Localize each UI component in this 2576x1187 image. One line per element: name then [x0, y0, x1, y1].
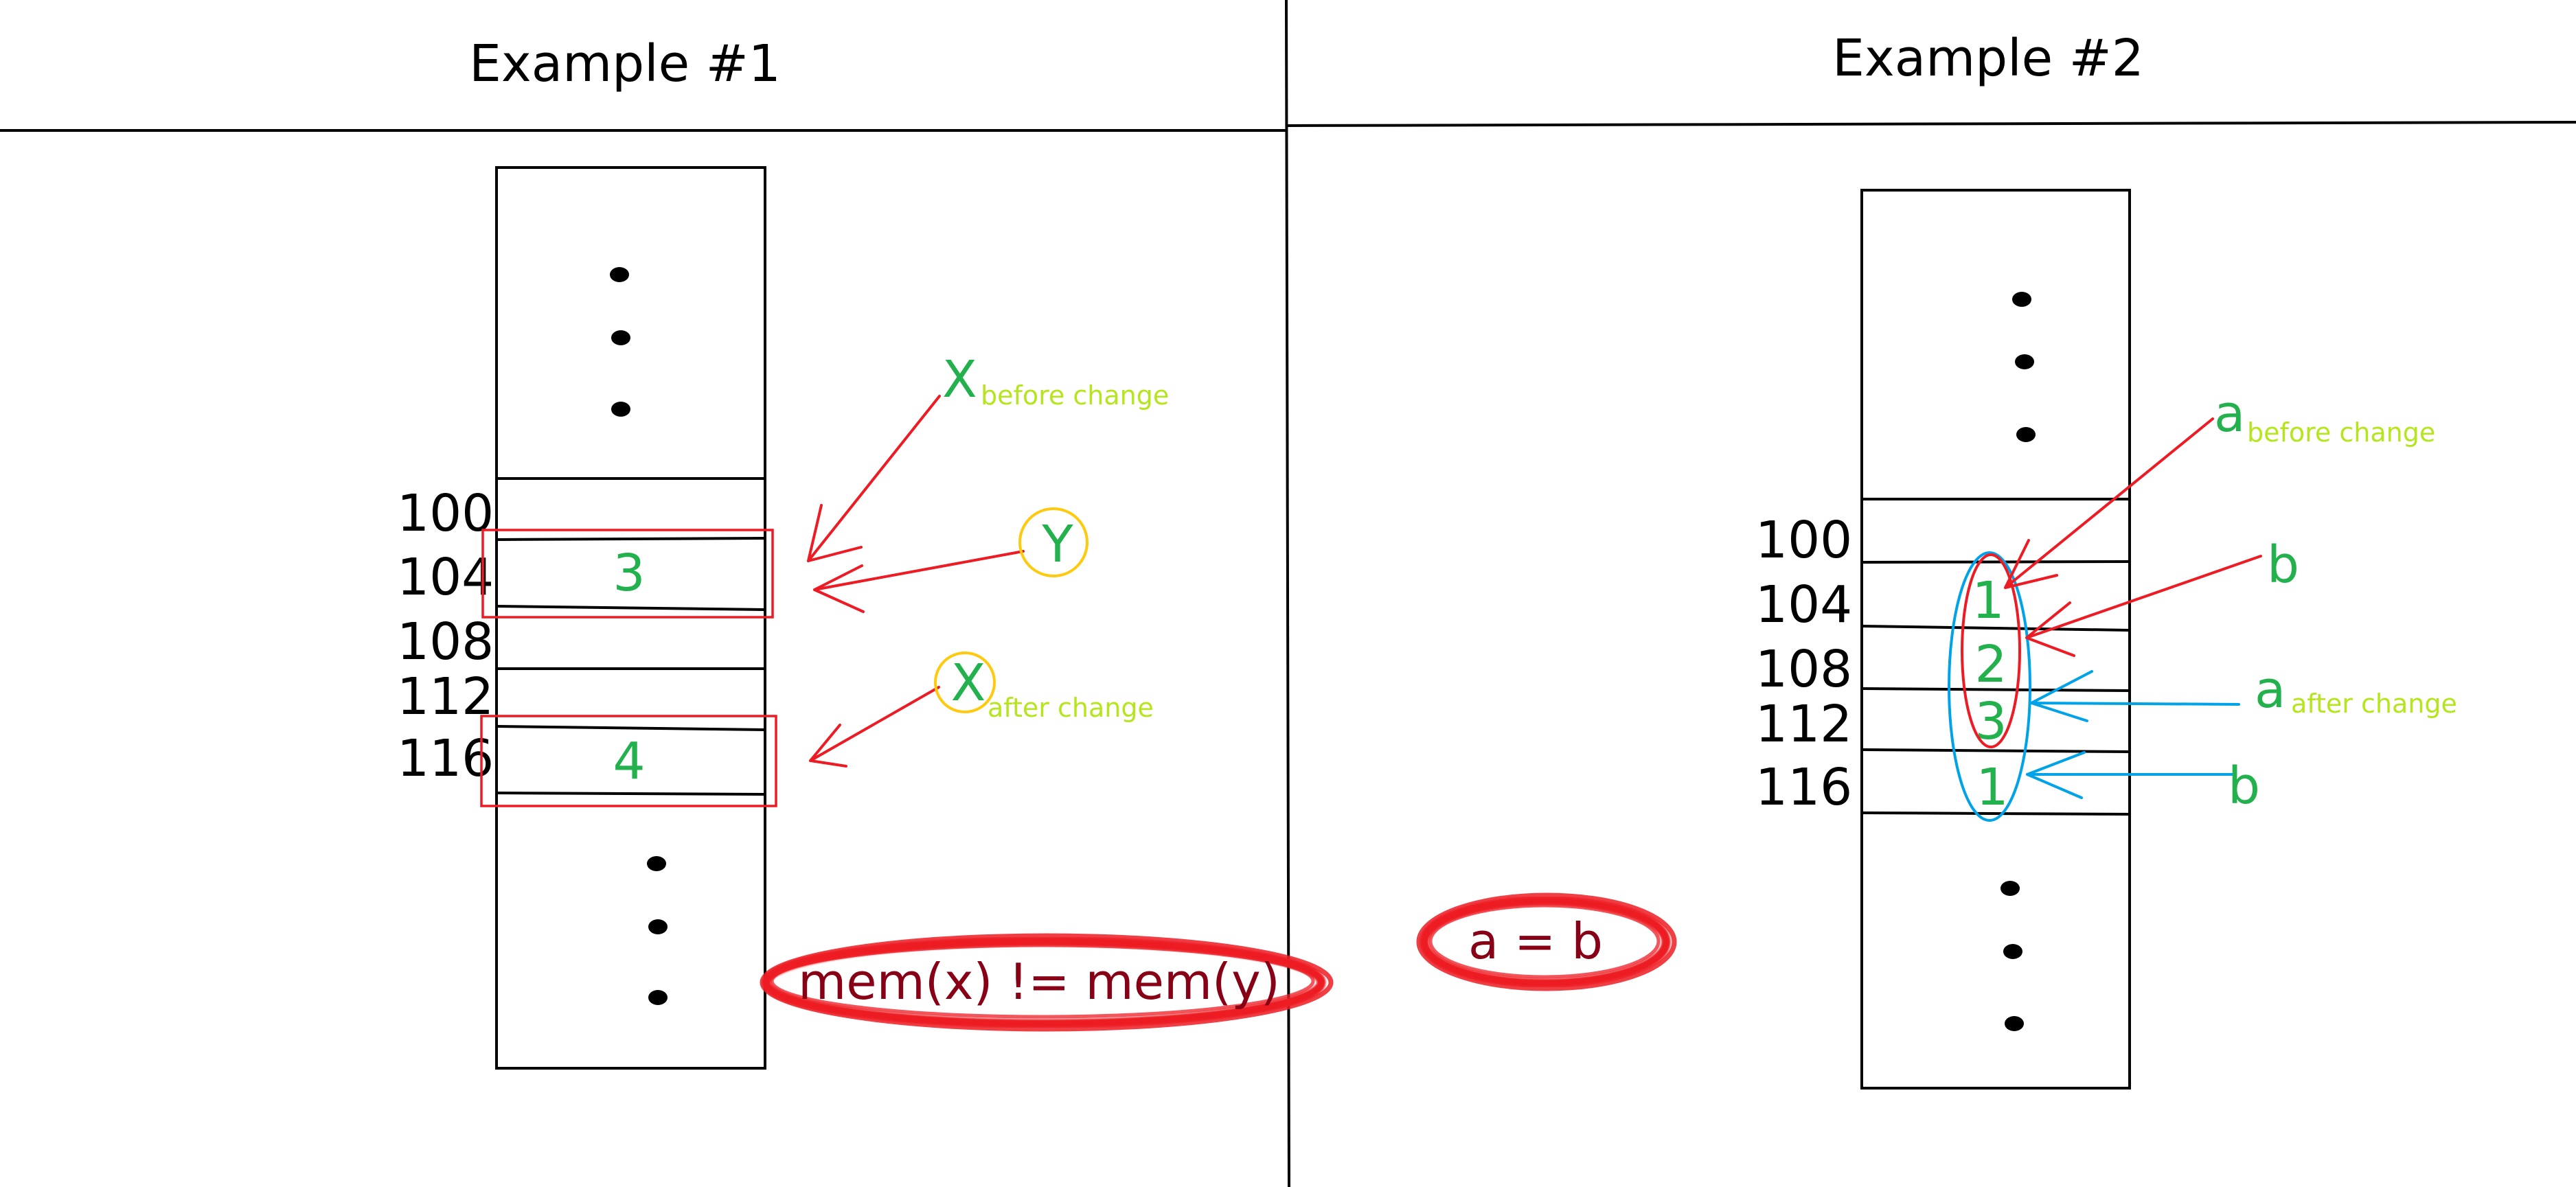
- label-letter: Y: [1041, 515, 1073, 574]
- ellipsis-dot: [2001, 881, 2020, 896]
- x-after-label: X after change: [934, 652, 1154, 723]
- memory-diagram: Example #1 Example #2 100 104 108 112 11…: [0, 0, 2576, 1187]
- example-2-title: Example #2: [1832, 29, 2144, 88]
- row-boundary: [496, 605, 766, 611]
- ellipsis-dot: [2015, 354, 2034, 369]
- address-label: 112: [397, 667, 494, 726]
- address-label: 116: [397, 729, 494, 788]
- label-subscript: after change: [988, 693, 1154, 723]
- example-1-memory: 100 104 108 112 116 3 4: [397, 166, 777, 1070]
- cell-value: 1: [1972, 571, 2004, 630]
- cell-value: 4: [613, 732, 645, 791]
- label-letter: a: [2214, 384, 2245, 443]
- ellipsis-dot: [2003, 944, 2022, 959]
- pointer-arrow: [813, 550, 1025, 613]
- ellipsis-dot: [648, 990, 668, 1005]
- address-label: 104: [397, 548, 494, 607]
- ellipsis-dot: [611, 402, 630, 417]
- ellipsis-dot: [648, 919, 668, 934]
- cell-value: 1: [1976, 758, 2008, 817]
- cell-value: 3: [613, 544, 645, 603]
- row-boundary: [496, 537, 766, 541]
- example-1-title: Example #1: [469, 34, 781, 93]
- example-1-expression: mem(x) != mem(y): [760, 933, 1334, 1032]
- equality-expression: a = b: [1468, 912, 1603, 970]
- pointer-arrow: [807, 395, 941, 562]
- label-letter: X: [951, 654, 986, 713]
- label-letter: a: [2255, 660, 2286, 719]
- example-2-red-pointers: [2004, 417, 2262, 657]
- label-subscript: before change: [2247, 417, 2435, 448]
- ellipsis-dot: [647, 856, 666, 871]
- cell-value: 2: [1974, 635, 2007, 694]
- cell-value: 3: [1974, 692, 2007, 751]
- pointer-arrow: [809, 686, 940, 768]
- address-label: 100: [397, 484, 494, 543]
- example-2-expression: a = b: [1416, 892, 1677, 991]
- example-2-memory: 100 104 108 112 116 1 2 3 1: [1755, 189, 2131, 1090]
- ellipsis-dot: [2005, 1016, 2024, 1031]
- ellipsis-dot: [2016, 427, 2036, 442]
- row-boundary: [496, 725, 766, 731]
- label-letter: b: [2267, 535, 2299, 595]
- address-label: 108: [397, 612, 494, 671]
- y-label: Y: [1018, 507, 1088, 577]
- address-label: 100: [1755, 511, 1852, 570]
- ellipsis-dot: [611, 330, 630, 345]
- address-label: 116: [1755, 758, 1852, 817]
- header-divider-right: [1286, 121, 2576, 127]
- b-first-label: b: [2267, 535, 2299, 595]
- a-before-label: a before change: [2214, 384, 2435, 448]
- x-before-label: X before change: [942, 350, 1169, 411]
- row-boundary: [496, 792, 766, 796]
- label-subscript: before change: [981, 380, 1169, 411]
- ellipsis-dot: [2012, 292, 2031, 307]
- pointer-arrow: [2030, 670, 2240, 722]
- address-label: 108: [1755, 640, 1852, 699]
- label-subscript: after change: [2291, 689, 2457, 719]
- label-letter: X: [942, 350, 977, 409]
- b-second-label: b: [2228, 757, 2260, 816]
- a-after-label: a after change: [2255, 660, 2457, 719]
- inequality-expression: mem(x) != mem(y): [798, 953, 1280, 1011]
- pointer-arrow: [2025, 555, 2262, 657]
- address-label: 112: [1755, 695, 1852, 754]
- label-letter: b: [2228, 757, 2260, 816]
- address-label: 104: [1755, 575, 1852, 634]
- ellipsis-dot: [610, 267, 629, 282]
